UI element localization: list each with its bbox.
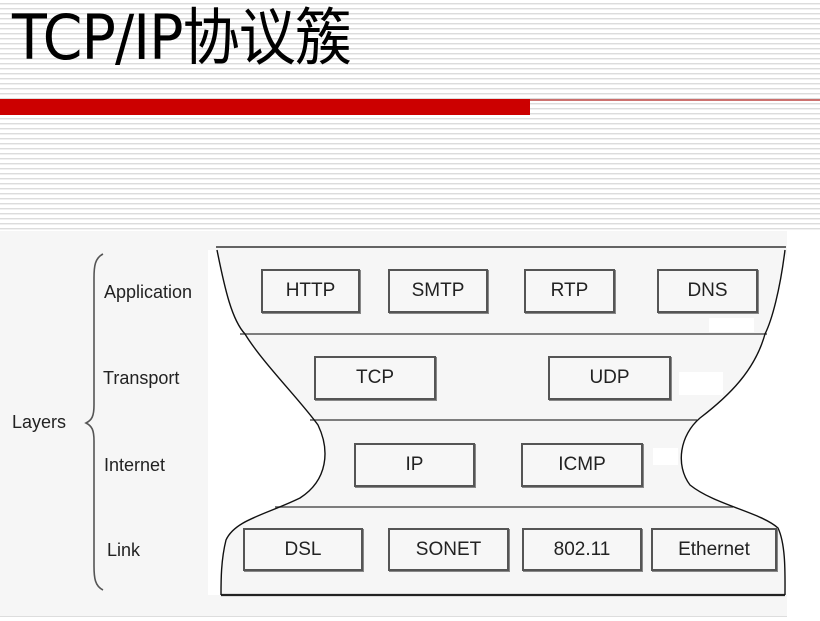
layers-brace xyxy=(84,253,104,591)
protocol-box-ip: IP xyxy=(354,443,475,487)
layers-group-label: Layers xyxy=(12,412,67,432)
protocol-box-smtp: SMTP xyxy=(388,269,488,313)
layer-label-link: Link xyxy=(107,540,141,560)
artifact xyxy=(679,372,723,395)
protocol-box-http: HTTP xyxy=(261,269,360,313)
protocol-box-icmp: ICMP xyxy=(521,443,643,487)
protocol-box-tcp: TCP xyxy=(314,356,436,400)
protocol-box-802-11: 802.11 xyxy=(522,528,642,571)
layer-label-application: Application xyxy=(104,282,193,302)
artifact xyxy=(709,318,754,332)
protocol-box-sonet: SONET xyxy=(388,528,509,571)
protocol-box-udp: UDP xyxy=(548,356,671,400)
protocol-box-dsl: DSL xyxy=(243,528,363,571)
layer-label-transport: Transport xyxy=(103,368,180,388)
artifact xyxy=(653,448,678,465)
layer-label-internet: Internet xyxy=(104,455,166,475)
protocol-box-dns: DNS xyxy=(657,269,758,313)
protocol-box-rtp: RTP xyxy=(524,269,615,313)
protocol-box-ethernet: Ethernet xyxy=(651,528,777,571)
